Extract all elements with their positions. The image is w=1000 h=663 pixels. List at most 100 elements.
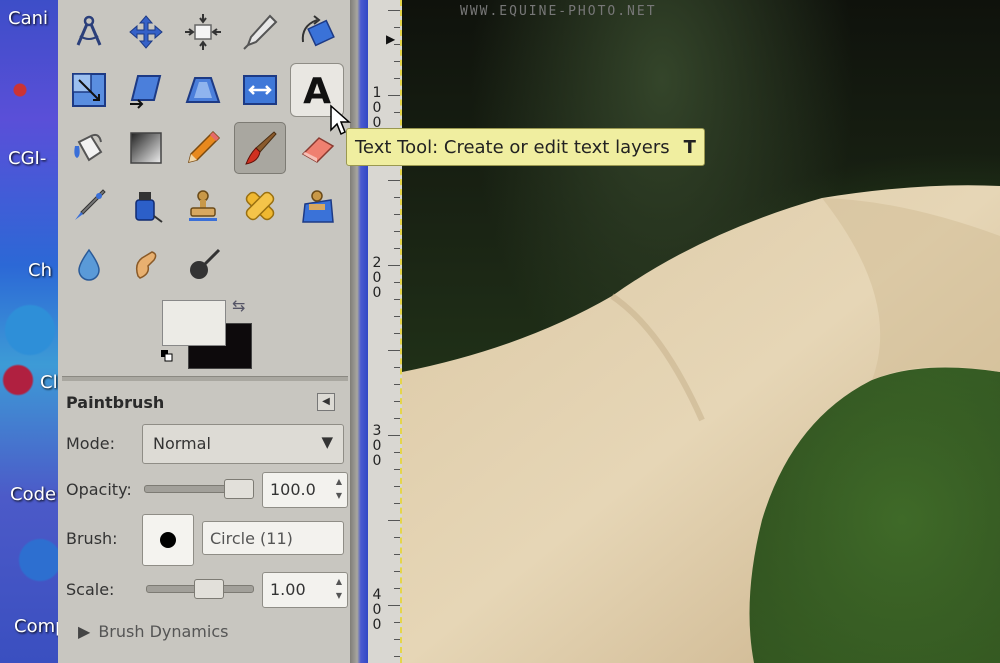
- scale-spinbox[interactable]: 1.00 ▲ ▼: [262, 572, 348, 608]
- scale-value: 1.00: [270, 580, 306, 599]
- smudge-tool[interactable]: [120, 238, 172, 290]
- ruler-tick: [394, 112, 400, 113]
- brush-shape-icon: [160, 532, 176, 548]
- swap-colors-icon[interactable]: ⇆: [232, 296, 245, 315]
- airbrush-icon: [75, 189, 106, 220]
- paintbrush-icon: [245, 131, 277, 165]
- panel-menu-button[interactable]: ◀: [317, 393, 335, 411]
- ruler-tick: [388, 95, 400, 96]
- ruler-tick: [394, 316, 400, 317]
- perspective-icon: [185, 77, 221, 103]
- clone-stamp-icon: [189, 190, 217, 221]
- ruler-tick: [394, 248, 400, 249]
- ruler-tick: [394, 333, 400, 334]
- svg-text:A: A: [303, 71, 331, 110]
- horse-neck-image: [402, 185, 1000, 663]
- brush-label: Brush:: [66, 529, 118, 548]
- dodge-burn-tool[interactable]: [177, 238, 229, 290]
- rotate-icon: [301, 15, 335, 47]
- desktop-icon-label[interactable]: Cl: [40, 372, 58, 393]
- image-canvas[interactable]: WWW.EQUINE-PHOTO.NET: [402, 0, 1000, 663]
- ruler-tick: [394, 384, 400, 385]
- ink-tool[interactable]: [234, 6, 286, 58]
- desktop-icon-label[interactable]: Cani: [8, 8, 48, 29]
- toolbox-panel: A ⇆ Paintbrush ◀ Mode: Normal ▼ Opacity:…: [58, 0, 352, 663]
- tool-options-title: Paintbrush: [66, 393, 165, 412]
- dropdown-arrow-icon: ▼: [321, 433, 333, 451]
- scale-slider-handle[interactable]: [194, 579, 224, 599]
- ruler-tick: [394, 231, 400, 232]
- perspective-clone-tool[interactable]: [291, 180, 343, 232]
- airbrush-tool[interactable]: [63, 180, 115, 232]
- shear-tool[interactable]: [120, 64, 172, 116]
- ruler-digit: 3: [372, 423, 382, 439]
- ruler-tick: [394, 571, 400, 572]
- ruler-tick: [394, 418, 400, 419]
- ruler-tick: [394, 367, 400, 368]
- brush-dynamics-expander[interactable]: ▶ Brush Dynamics: [78, 622, 228, 641]
- pen-nib-icon: [243, 14, 278, 50]
- ruler-tick: [394, 197, 400, 198]
- tooltip-text: Text Tool: Create or edit text layers: [355, 136, 670, 158]
- blur-tool[interactable]: [63, 238, 115, 290]
- bucket-fill-tool[interactable]: [63, 122, 115, 174]
- spin-arrows-icon[interactable]: ▲ ▼: [333, 475, 345, 503]
- ruler-tick: [394, 486, 400, 487]
- ruler-tick: [394, 44, 400, 45]
- clone-tool[interactable]: [177, 180, 229, 232]
- desktop-icon-label[interactable]: Code: [10, 484, 56, 505]
- foreground-color-swatch[interactable]: [162, 300, 226, 346]
- scale-icon: [72, 73, 106, 107]
- desktop-background: Cani CGI- Ch Cl Code Comp: [0, 0, 67, 663]
- dodge-burn-icon: [190, 248, 221, 279]
- spin-arrows-icon[interactable]: ▲ ▼: [333, 575, 345, 603]
- rotate-tool[interactable]: [291, 6, 343, 58]
- expander-arrow-icon: ▶: [78, 622, 91, 641]
- compass-icon: [76, 15, 102, 46]
- gradient-tool[interactable]: [120, 122, 172, 174]
- ruler-tick: [394, 656, 400, 657]
- ruler-tick: [394, 537, 400, 538]
- flip-tool[interactable]: [234, 64, 286, 116]
- scale-tool[interactable]: [63, 64, 115, 116]
- pencil-tool[interactable]: [177, 122, 229, 174]
- mode-dropdown[interactable]: Normal ▼: [142, 424, 344, 464]
- ruler-digit: 0: [372, 100, 382, 116]
- align-icon: [185, 14, 221, 50]
- scale-label: Scale:: [66, 580, 115, 599]
- vertical-ruler[interactable]: ▶ 1 0 0 2 0 0 3 0 0 4 0 0: [368, 0, 402, 663]
- ruler-digit: 0: [372, 602, 382, 618]
- desktop-icon-label[interactable]: CGI-: [8, 148, 46, 169]
- ink-bottle-tool[interactable]: [120, 180, 172, 232]
- tooltip: Text Tool: Create or edit text layers T: [346, 128, 705, 166]
- triangle-left-icon: ◀: [322, 396, 330, 407]
- ruler-tick: [388, 435, 400, 436]
- align-tool[interactable]: [177, 6, 229, 58]
- ruler-digit: 4: [372, 587, 382, 603]
- opacity-spinbox[interactable]: 100.0 ▲ ▼: [262, 472, 348, 508]
- paintbrush-tool[interactable]: [234, 122, 286, 174]
- move-arrows-icon: [129, 15, 163, 49]
- brush-preview-button[interactable]: [142, 514, 194, 566]
- panel-divider[interactable]: [62, 376, 348, 381]
- pencil-icon: [187, 130, 221, 164]
- ruler-digit: 1: [372, 85, 382, 101]
- default-colors-icon[interactable]: [161, 347, 173, 362]
- ruler-digit: 0: [372, 453, 382, 469]
- window-border: [350, 0, 368, 663]
- paths-tool[interactable]: [63, 6, 115, 58]
- perspective-clone-icon: [302, 190, 334, 223]
- ruler-digit: 0: [372, 617, 382, 633]
- mode-value: Normal: [153, 434, 211, 453]
- perspective-tool[interactable]: [177, 64, 229, 116]
- heal-tool[interactable]: [234, 180, 286, 232]
- brush-dynamics-label: Brush Dynamics: [98, 622, 229, 641]
- ruler-tick: [394, 214, 400, 215]
- heal-bandage-icon: [245, 191, 275, 221]
- brush-name-field[interactable]: Circle (11): [202, 521, 344, 555]
- move-tool[interactable]: [120, 6, 172, 58]
- opacity-slider-handle[interactable]: [224, 479, 254, 499]
- ruler-digit: 0: [372, 285, 382, 301]
- desktop-icon-label[interactable]: Ch: [28, 260, 52, 281]
- ruler-tick: [394, 27, 400, 28]
